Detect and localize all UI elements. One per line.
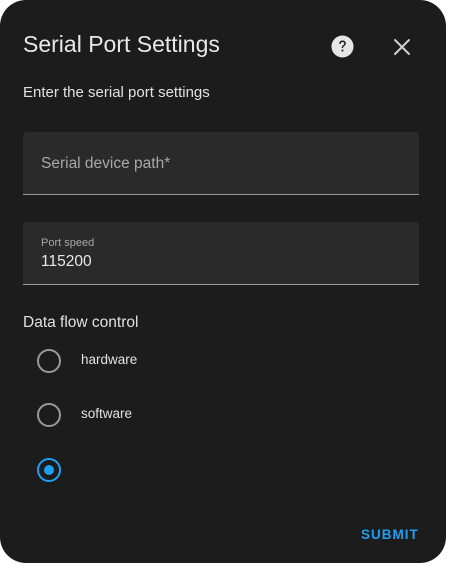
port-speed-label: Port speed (41, 237, 95, 249)
serial-device-path-field[interactable]: Serial device path* (23, 132, 419, 195)
port-speed-input[interactable] (41, 253, 391, 271)
close-icon[interactable] (393, 38, 411, 56)
submit-button[interactable]: SUBMIT (361, 527, 419, 542)
radio-circle-none-selected[interactable] (37, 458, 61, 482)
radio-label-hardware: hardware (81, 352, 138, 367)
radio-selected-dot (44, 465, 54, 475)
radio-circle-hardware[interactable] (37, 349, 61, 373)
serial-port-settings-dialog: Serial Port Settings Enter the serial po… (0, 0, 446, 563)
port-speed-field[interactable]: Port speed (23, 222, 419, 285)
help-circle-icon[interactable] (331, 35, 354, 58)
data-flow-control-heading: Data flow control (23, 314, 139, 331)
dialog-description: Enter the serial port settings (23, 84, 210, 101)
serial-device-path-label: Serial device path* (41, 155, 171, 172)
radio-label-software: software (81, 406, 133, 421)
radio-circle-software[interactable] (37, 403, 61, 427)
dialog-title: Serial Port Settings (23, 31, 220, 57)
